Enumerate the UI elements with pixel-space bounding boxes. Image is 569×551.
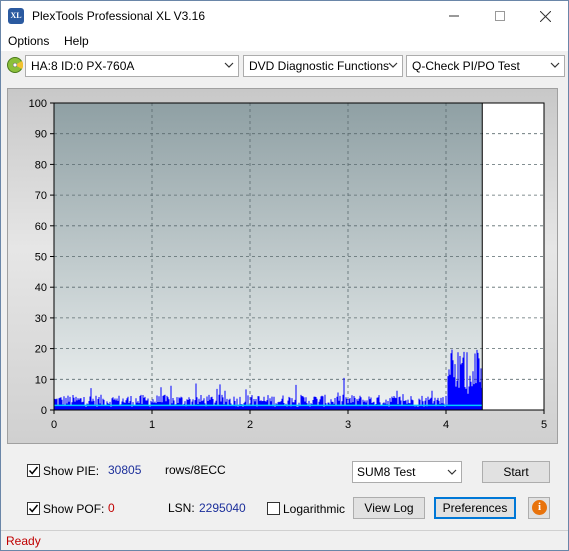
y-tick-label: 40 [35,282,47,294]
pof-value: 0 [108,501,115,515]
chevron-down-icon [224,62,234,68]
window-title: PlexTools Professional XL V3.16 [32,9,205,23]
chevron-down-icon [550,62,560,68]
y-tick-label: 100 [29,98,47,110]
disc-drive-icon [7,57,23,73]
toolbar: HA:8 ID:0 PX-760A DVD Diagnostic Functio… [1,52,568,80]
minimize-button[interactable] [431,1,477,31]
y-tick-label: 0 [41,405,47,417]
chevron-down-icon [447,469,457,475]
status-text: Ready [6,534,41,548]
show-pie-checkbox[interactable] [27,464,40,477]
app-logo-icon: XL [8,8,24,24]
function-select[interactable]: DVD Diagnostic Functions [243,55,403,77]
pipo-chart: 10090807060504030201000 1 2 3 4 5 [29,98,547,431]
pie-value: 30805 [108,463,142,477]
test-select[interactable]: Q-Check PI/PO Test [406,55,565,77]
drive-select-value: HA:8 ID:0 PX-760A [31,59,135,73]
show-pie-label: Show PIE: [43,464,100,478]
rows-ecc-label: rows/8ECC [165,463,226,477]
lsn-value: 2295040 [199,501,246,515]
logarithmic-checkbox[interactable] [267,502,280,515]
status-bar: Ready [1,530,568,550]
view-log-button[interactable]: View Log [353,497,425,519]
preferences-label: Preferences [442,501,508,515]
checkmark-icon [28,504,39,513]
x-tick-label: 0 [51,419,57,431]
preferences-button[interactable]: Preferences [434,497,516,519]
checkmark-icon [28,466,39,475]
sum-test-value: SUM8 Test [357,465,416,479]
menu-help[interactable]: Help [64,34,89,48]
start-button-label: Start [503,465,529,479]
info-icon: i [532,500,547,515]
app-window: XL PlexTools Professional XL V3.16 Optio… [0,0,569,551]
logarithmic-label: Logarithmic [283,502,346,516]
lsn-label: LSN: [168,501,195,515]
chevron-down-icon [388,62,398,68]
start-button[interactable]: Start [482,461,550,483]
y-tick-label: 10 [35,374,47,386]
y-tick-label: 20 [35,344,47,356]
y-tick-label: 60 [35,221,47,233]
x-tick-label: 5 [541,419,547,431]
y-tick-label: 90 [35,129,47,141]
show-pof-checkbox[interactable] [27,502,40,515]
chart-panel: 100 90 80 70 60 50 40 30 20 10 0 0 1 2 3 4 5 [7,88,558,444]
maximize-button[interactable] [477,1,523,31]
maximize-icon [495,11,505,21]
close-icon [539,10,551,22]
drive-select[interactable]: HA:8 ID:0 PX-760A [25,55,239,77]
function-select-value: DVD Diagnostic Functions [249,59,390,73]
menu-bar: Options Help [1,31,568,51]
x-tick-label: 1 [149,419,155,431]
y-tick-label: 30 [35,313,47,325]
close-button[interactable] [522,1,568,31]
x-tick-label: 4 [443,419,449,431]
test-select-value: Q-Check PI/PO Test [412,59,520,73]
plot-background [54,103,483,410]
sum-test-select[interactable]: SUM8 Test [352,461,462,483]
info-button[interactable]: i [528,497,550,519]
title-bar: XL PlexTools Professional XL V3.16 [1,1,568,31]
y-tick-label: 80 [35,159,47,171]
view-log-label: View Log [364,501,414,515]
y-tick-label: 70 [35,190,47,202]
bottom-panel: Show PIE: 30805 rows/8ECC SUM8 Test Star… [1,450,568,530]
show-pof-label: Show POF: [43,502,105,516]
minimize-icon [449,15,459,17]
menu-options[interactable]: Options [8,34,49,48]
y-tick-label: 50 [35,252,47,264]
x-tick-label: 3 [345,419,351,431]
x-tick-label: 2 [247,419,253,431]
